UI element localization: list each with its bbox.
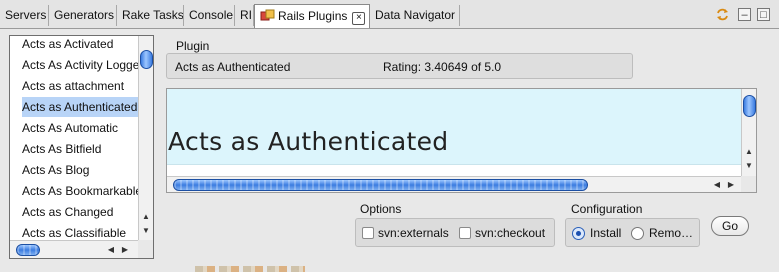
configuration-group: Install Remo… (565, 218, 700, 247)
install-label: Install (590, 226, 622, 240)
list-item[interactable]: Acts as Changed (22, 202, 113, 222)
go-button[interactable]: Go (711, 216, 749, 236)
list-item[interactable]: Acts As Activity Logger (22, 55, 143, 75)
minimize-icon: – (741, 9, 748, 21)
scroll-left-arrow-icon[interactable]: ◀ (712, 180, 722, 190)
remove-label: Remo… (649, 226, 694, 240)
scrollbar-thumb[interactable] (140, 50, 153, 69)
browser-vertical-scrollbar[interactable]: ▲ ▼ (741, 89, 756, 176)
plugin-info-box: Acts as Authenticated Rating: 3.40649 of… (166, 53, 633, 79)
svn-externals-checkbox[interactable] (362, 227, 374, 239)
tab-servers[interactable]: Servers (0, 5, 49, 26)
list-item[interactable]: Acts as attachment (22, 76, 124, 96)
list-item[interactable]: Acts As Automatic (22, 118, 118, 138)
plugin-rating: Rating: 3.40649 of 5.0 (383, 60, 502, 74)
svn-checkout-checkbox[interactable] (459, 227, 471, 239)
tab-label: Console (189, 8, 234, 22)
configuration-label: Configuration (571, 202, 643, 216)
page-heading: Acts as Authenticated (168, 127, 449, 156)
close-icon[interactable]: × (352, 12, 366, 25)
tab-data-navigator[interactable]: Data Navigator (370, 5, 460, 26)
scrollbar-corner (138, 240, 153, 258)
tab-label: Servers (5, 8, 47, 22)
rails-plugin-icon (260, 7, 275, 21)
install-radio[interactable] (572, 227, 585, 240)
maximize-view-button[interactable]: □ (757, 8, 770, 21)
sync-icon[interactable] (716, 8, 729, 21)
tab-rake-tasks[interactable]: Rake Tasks (117, 5, 184, 26)
minimize-view-button[interactable]: – (738, 8, 751, 21)
tab-console[interactable]: Console (184, 5, 235, 26)
tab-label: RI (240, 8, 252, 22)
list-item-selected[interactable]: Acts as Authenticated (22, 97, 140, 117)
scroll-up-arrow-icon[interactable]: ▲ (141, 212, 151, 222)
scroll-right-arrow-icon[interactable]: ▶ (726, 180, 736, 190)
svn-externals-label: svn:externals (378, 226, 449, 240)
tab-label: Generators (54, 8, 115, 22)
scrollbar-thumb[interactable] (16, 244, 40, 256)
list-item[interactable]: Acts As Bookmarkable (22, 181, 142, 201)
plugin-name: Acts as Authenticated (175, 60, 291, 74)
browser-page: Acts as Authenticated (167, 89, 741, 164)
tab-label: Data Navigator (375, 8, 456, 22)
scroll-left-arrow-icon[interactable]: ◀ (106, 245, 116, 255)
list-item[interactable]: Acts As Bitfield (22, 139, 101, 159)
scroll-up-arrow-icon[interactable]: ▲ (744, 147, 754, 157)
plugin-description-browser[interactable]: Acts as Authenticated ▲ ▼ ◀ ▶ (166, 88, 757, 193)
plugin-list[interactable]: Acts as Activated Acts As Activity Logge… (9, 35, 154, 259)
remove-radio[interactable] (631, 227, 644, 240)
options-label: Options (360, 202, 402, 216)
list-item[interactable]: Acts as Activated (22, 36, 113, 54)
scrollbar-corner (741, 176, 756, 192)
scrollbar-thumb[interactable] (743, 95, 756, 117)
page-divider (167, 164, 741, 165)
browser-horizontal-scrollbar[interactable]: ◀ ▶ (167, 176, 741, 192)
tab-rails-plugins[interactable]: Rails Plugins × (254, 4, 370, 28)
tab-label: Rake Tasks (122, 8, 184, 22)
maximize-icon: □ (760, 9, 767, 21)
tab-generators[interactable]: Generators (49, 5, 117, 26)
scrollbar-thumb[interactable] (173, 179, 588, 191)
list-item[interactable]: Acts As Blog (22, 160, 89, 180)
window-bottom-edge (195, 266, 305, 272)
view-tab-bar: Servers Generators Rake Tasks Console RI… (0, 0, 779, 29)
scroll-down-arrow-icon[interactable]: ▼ (744, 161, 754, 171)
plugin-section-label: Plugin (176, 39, 210, 53)
options-group: svn:externals svn:checkout (355, 218, 555, 247)
tab-label: Rails Plugins (278, 9, 348, 23)
scroll-right-arrow-icon[interactable]: ▶ (120, 245, 130, 255)
plugin-list-horizontal-scrollbar[interactable]: ◀ ▶ (10, 240, 138, 258)
tab-ri[interactable]: RI (235, 5, 254, 26)
scroll-down-arrow-icon[interactable]: ▼ (141, 226, 151, 236)
svn-checkout-label: svn:checkout (475, 226, 546, 240)
plugin-list-vertical-scrollbar[interactable]: ▲ ▼ (138, 36, 153, 240)
